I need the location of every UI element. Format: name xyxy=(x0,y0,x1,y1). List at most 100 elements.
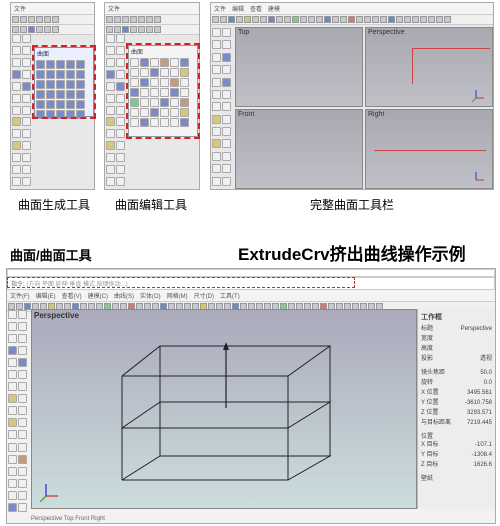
properties-panel[interactable]: 工作框 标题Perspective 宽度 高度 投影透视 镜头焦距50.0 旋转… xyxy=(417,309,495,509)
palette-icon[interactable] xyxy=(22,153,31,162)
tool-icon[interactable] xyxy=(138,16,145,23)
tool-icon[interactable] xyxy=(122,26,129,33)
palette-icon[interactable] xyxy=(12,94,21,103)
prop-value[interactable]: 0.0 xyxy=(484,378,492,388)
palette-icon[interactable] xyxy=(22,106,31,115)
tool-icon[interactable] xyxy=(12,16,19,23)
palette-icon[interactable] xyxy=(106,129,115,138)
palette-icon[interactable] xyxy=(22,141,31,150)
tool-icon[interactable] xyxy=(28,16,35,23)
prop-value[interactable]: 透视 xyxy=(480,354,492,364)
tool-icon[interactable] xyxy=(324,16,331,23)
tool-icon[interactable] xyxy=(130,16,137,23)
palette-icon[interactable] xyxy=(116,82,125,91)
tool-icon[interactable] xyxy=(412,16,419,23)
palette-icon[interactable] xyxy=(106,141,115,150)
palette-icon[interactable] xyxy=(22,58,31,67)
palette-icon[interactable] xyxy=(8,394,17,403)
tool-icon[interactable] xyxy=(36,26,43,33)
palette-icon[interactable] xyxy=(222,90,231,99)
palette-icon[interactable] xyxy=(212,90,221,99)
menu-item[interactable]: 实体(O) xyxy=(140,291,161,300)
tool-icon[interactable] xyxy=(340,16,347,23)
tool-icon[interactable] xyxy=(396,16,403,23)
tool-icon[interactable] xyxy=(260,16,267,23)
tool-icon[interactable] xyxy=(420,16,427,23)
tool-icon[interactable] xyxy=(268,16,275,23)
palette-icon[interactable] xyxy=(106,165,115,174)
prop-value[interactable]: Perspective xyxy=(461,324,492,334)
palette-icon[interactable] xyxy=(212,102,221,111)
palette-icon[interactable] xyxy=(222,152,231,161)
palette-icon[interactable] xyxy=(18,382,27,391)
tool-icon[interactable] xyxy=(20,16,27,23)
top-toolbar[interactable] xyxy=(11,15,94,25)
tool-icon[interactable] xyxy=(276,16,283,23)
palette-icon[interactable] xyxy=(222,139,231,148)
palette-icon[interactable] xyxy=(12,117,21,126)
tool-icon[interactable] xyxy=(138,26,145,33)
menu-item[interactable]: 曲线(S) xyxy=(114,291,134,300)
tool-icon[interactable] xyxy=(404,16,411,23)
tool-icon[interactable] xyxy=(332,16,339,23)
main-left-palette[interactable] xyxy=(7,309,29,515)
palette-icon[interactable] xyxy=(8,491,17,500)
palette-icon[interactable] xyxy=(18,322,27,331)
menu-item[interactable]: 编辑(E) xyxy=(36,291,56,300)
palette-icon[interactable] xyxy=(18,418,27,427)
palette-icon[interactable] xyxy=(8,346,17,355)
palette-icon[interactable] xyxy=(116,94,125,103)
tool-icon[interactable] xyxy=(212,16,219,23)
menu-item[interactable]: 查看(V) xyxy=(62,291,82,300)
tool-icon[interactable] xyxy=(244,16,251,23)
palette-icon[interactable] xyxy=(222,28,231,37)
tool-icon[interactable] xyxy=(228,16,235,23)
palette-icon[interactable] xyxy=(116,129,125,138)
tool-icon[interactable] xyxy=(52,26,59,33)
palette-icon[interactable] xyxy=(106,46,115,55)
palette-icon[interactable] xyxy=(8,370,17,379)
tool-icon[interactable] xyxy=(436,16,443,23)
palette-icon[interactable] xyxy=(12,34,21,43)
palette-icon[interactable] xyxy=(106,106,115,115)
palette-icon[interactable] xyxy=(12,177,21,186)
palette-icon[interactable] xyxy=(222,65,231,74)
palette-icon[interactable] xyxy=(212,139,221,148)
palette-icon[interactable] xyxy=(106,153,115,162)
tool-icon[interactable] xyxy=(106,16,113,23)
palette-icon[interactable] xyxy=(8,310,17,319)
palette-icon[interactable] xyxy=(222,127,231,136)
palette-icon[interactable] xyxy=(18,310,27,319)
palette-icon[interactable] xyxy=(212,152,221,161)
tool-icon[interactable] xyxy=(348,16,355,23)
viewport-top[interactable]: Top xyxy=(235,27,363,107)
palette-icon[interactable] xyxy=(8,358,17,367)
palette-icon[interactable] xyxy=(116,177,125,186)
palette-icon[interactable] xyxy=(18,467,27,476)
palette-icon[interactable] xyxy=(12,141,21,150)
tool-icon[interactable] xyxy=(114,26,121,33)
palette-icon[interactable] xyxy=(22,117,31,126)
tool-icon[interactable] xyxy=(52,16,59,23)
palette-icon[interactable] xyxy=(106,58,115,67)
viewport-front[interactable]: Front xyxy=(235,109,363,189)
viewport-label[interactable]: Top xyxy=(238,29,249,36)
viewport-perspective[interactable]: Perspective xyxy=(365,27,493,107)
tool-icon[interactable] xyxy=(220,16,227,23)
menu-item[interactable]: 文件 xyxy=(214,4,226,13)
palette-icon[interactable] xyxy=(116,34,125,43)
palette-icon[interactable] xyxy=(8,334,17,343)
prop-value[interactable]: 50.0 xyxy=(480,368,492,378)
palette-icon[interactable] xyxy=(116,117,125,126)
viewport-label[interactable]: Front xyxy=(238,111,254,118)
tool-icon[interactable] xyxy=(44,26,51,33)
tool-icon[interactable] xyxy=(154,26,161,33)
tool-icon[interactable] xyxy=(428,16,435,23)
tool-icon[interactable] xyxy=(114,16,121,23)
tool-icon[interactable] xyxy=(106,26,113,33)
palette-icon[interactable] xyxy=(18,455,27,464)
palette-icon[interactable] xyxy=(18,346,27,355)
menu-item[interactable]: 工具(T) xyxy=(220,291,240,300)
palette-icon[interactable] xyxy=(8,418,17,427)
palette-icon[interactable] xyxy=(116,106,125,115)
